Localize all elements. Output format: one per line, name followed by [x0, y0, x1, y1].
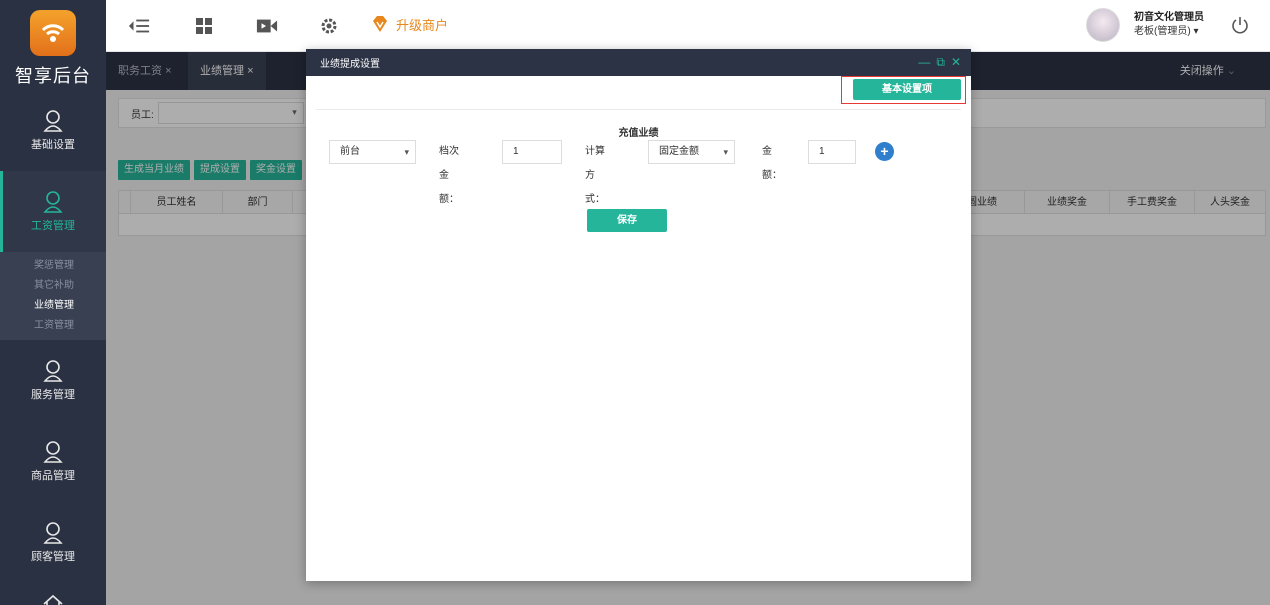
sidebar-item-salary[interactable]: 工资管理	[0, 171, 106, 252]
avatar	[1086, 8, 1120, 42]
user-icon	[43, 521, 63, 544]
upgrade-label: 升级商户	[396, 17, 449, 33]
tier-amount-label: 档次金额：	[439, 146, 459, 205]
commission-settings-dialog: 业绩提成设置 — ⧉ ✕ 基本设置项 充值业绩 前台 档次金额： 1 计算方式：…	[306, 49, 971, 581]
logo: 智享后台	[0, 0, 106, 90]
user-icon	[43, 190, 63, 213]
logo-text: 智享后台	[15, 66, 91, 87]
amount-label: 金额：	[762, 146, 782, 181]
calc-method-label: 计算方式：	[585, 146, 605, 205]
sidebar-item-goods[interactable]: 商品管理	[0, 421, 106, 502]
home-icon	[43, 594, 63, 605]
grid-icon[interactable]	[193, 15, 215, 37]
save-button[interactable]: 保存	[587, 209, 667, 232]
sidebar-item-label: 商品管理	[31, 469, 75, 482]
sidebar-item-label: 顾客管理	[31, 550, 75, 563]
sidebar-item-home[interactable]	[0, 583, 106, 605]
divider	[316, 109, 961, 110]
maximize-icon[interactable]: ⧉	[936, 55, 945, 69]
section-title: 充值业绩	[618, 128, 659, 139]
power-icon[interactable]	[1230, 15, 1250, 35]
basic-settings-button[interactable]: 基本设置项	[853, 79, 961, 100]
user-menu[interactable]: 初音文化管理员 老板(管理员) ▾	[1086, 8, 1204, 42]
dialog-header: 业绩提成设置 — ⧉ ✕	[306, 49, 971, 76]
sidebar-item-label: 基础设置	[31, 138, 75, 151]
amount-input[interactable]: 1	[808, 140, 856, 164]
caret-down-icon: ▾	[1193, 26, 1199, 37]
user-name: 初音文化管理员	[1134, 12, 1204, 23]
minimize-icon[interactable]: —	[918, 55, 930, 69]
top-bar: 升级商户 初音文化管理员 老板(管理员) ▾	[106, 0, 1270, 52]
sidebar: 智享后台 基础设置 工资管理 奖惩管理 其它补助 业绩管理 工资管理 服务管理 …	[0, 0, 106, 605]
add-rule-icon[interactable]: +	[875, 142, 894, 161]
menu-toggle-icon[interactable]	[128, 15, 150, 37]
diamond-icon	[373, 16, 387, 32]
upgrade-merchant-link[interactable]: 升级商户	[370, 14, 448, 34]
video-icon[interactable]	[256, 15, 278, 37]
user-role: 老板(管理员)	[1134, 26, 1191, 37]
close-icon[interactable]: ✕	[951, 55, 961, 69]
sidebar-item-label: 服务管理	[31, 388, 75, 401]
wifi-logo-icon	[30, 10, 76, 56]
sidebar-item-customers[interactable]: 顾客管理	[0, 502, 106, 583]
gear-icon[interactable]	[318, 15, 340, 37]
tier-amount-input[interactable]: 1	[502, 140, 562, 164]
subnav-item-rewards[interactable]: 奖惩管理	[0, 256, 106, 276]
dialog-title: 业绩提成设置	[320, 59, 380, 70]
subnav-item-allowance[interactable]: 其它补助	[0, 276, 106, 296]
sidebar-item-service[interactable]: 服务管理	[0, 340, 106, 421]
sidebar-item-label: 工资管理	[31, 219, 75, 232]
calc-method-select[interactable]: 固定金额	[648, 140, 735, 164]
subnav-item-performance[interactable]: 业绩管理	[0, 296, 106, 316]
user-icon	[43, 359, 63, 382]
user-icon	[43, 440, 63, 463]
sidebar-subnav: 奖惩管理 其它补助 业绩管理 工资管理	[0, 252, 106, 340]
subnav-item-wages[interactable]: 工资管理	[0, 316, 106, 336]
sidebar-item-basic-settings[interactable]: 基础设置	[0, 90, 106, 171]
user-icon	[43, 109, 63, 132]
department-select[interactable]: 前台	[329, 140, 416, 164]
